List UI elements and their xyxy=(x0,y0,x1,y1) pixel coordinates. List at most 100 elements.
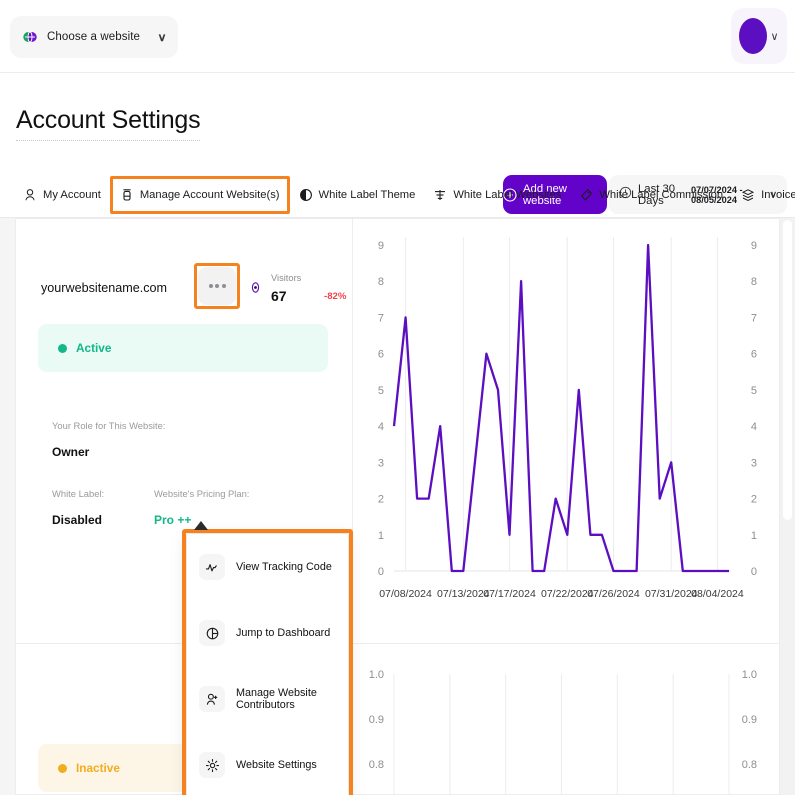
menu-item-label: Jump to Dashboard xyxy=(236,627,330,639)
visitors-label: Visitors xyxy=(271,273,301,283)
user-icon xyxy=(23,188,37,202)
websites-panel: yourwebsitename.com xyxy=(15,218,780,795)
svg-text:8: 8 xyxy=(378,276,384,288)
website-selector[interactable]: Choose a website ∨ xyxy=(10,16,178,58)
globe-icon xyxy=(22,29,38,45)
svg-text:2: 2 xyxy=(378,494,384,506)
database-icon xyxy=(120,188,134,202)
website-card-row: Inactive 1.00.90.80.7 1.00.90.80.7 xyxy=(16,644,779,795)
pie-chart-icon xyxy=(199,620,225,646)
page-title: Account Settings xyxy=(16,106,200,141)
svg-text:07/31/2024: 07/31/2024 xyxy=(645,588,698,600)
svg-text:08/04/2024: 08/04/2024 xyxy=(691,588,744,600)
tab-label: White Label Commission xyxy=(599,189,723,201)
tab-label: White Label Theme xyxy=(319,189,416,201)
svg-text:07/22/2024: 07/22/2024 xyxy=(541,588,594,600)
dot xyxy=(215,284,219,288)
tab-my-account[interactable]: My Account xyxy=(14,179,110,211)
svg-text:7: 7 xyxy=(751,312,757,324)
account-settings-page: Choose a website ∨ ∨ Account Settings Ad… xyxy=(0,0,795,795)
svg-text:9: 9 xyxy=(378,240,384,252)
top-bar: Choose a website ∨ ∨ xyxy=(0,0,795,73)
white-label-value: Disabled xyxy=(52,513,102,527)
tab-white-label-commission[interactable]: White Label Commission xyxy=(570,179,732,211)
page-header: Account Settings Add new website Last 30 xyxy=(0,73,795,173)
website-card-row: yourwebsitename.com xyxy=(16,219,779,643)
svg-text:4: 4 xyxy=(378,421,384,433)
tab-invoices[interactable]: Invoices xyxy=(732,179,795,211)
plan-label: Website's Pricing Plan: xyxy=(154,488,249,499)
tag-icon xyxy=(579,188,593,202)
chart-y-axis-right-ticks: 0123456789 xyxy=(751,240,757,578)
svg-text:1: 1 xyxy=(378,530,384,542)
visitors-chart-secondary: 1.00.90.80.7 1.00.90.80.7 xyxy=(354,644,779,795)
svg-text:3: 3 xyxy=(378,457,384,469)
svg-text:4: 4 xyxy=(751,421,757,433)
menu-item-manage-website-contributors[interactable]: Manage Website Contributors xyxy=(187,666,348,732)
activity-icon xyxy=(199,554,225,580)
vertical-scrollbar[interactable] xyxy=(780,218,795,795)
svg-text:6: 6 xyxy=(751,349,757,361)
dot xyxy=(222,284,226,288)
svg-text:0.9: 0.9 xyxy=(369,714,384,726)
status-label: Inactive xyxy=(76,761,120,775)
menu-item-label: View Tracking Code xyxy=(236,561,332,573)
svg-text:9: 9 xyxy=(751,240,757,252)
website-actions-button[interactable] xyxy=(198,267,236,305)
menu-item-label: Manage Website Contributors xyxy=(236,687,348,711)
website-actions-menu: View Tracking Code Jump to Dashboard xyxy=(186,533,349,795)
svg-text:6: 6 xyxy=(378,349,384,361)
svg-text:3: 3 xyxy=(751,457,757,469)
layers-icon xyxy=(741,188,755,202)
website-selector-label: Choose a website xyxy=(47,31,140,43)
svg-text:7: 7 xyxy=(378,312,384,324)
tab-white-label-theme[interactable]: White Label Theme xyxy=(290,179,425,211)
content-area: yourwebsitename.com xyxy=(0,218,795,795)
svg-text:0: 0 xyxy=(751,566,757,578)
svg-text:07/17/2024: 07/17/2024 xyxy=(483,588,536,600)
visitors-value: 67 xyxy=(271,288,287,304)
scrollbar-thumb[interactable] xyxy=(783,220,792,520)
status-dot-icon xyxy=(58,344,67,353)
chart-line-series xyxy=(394,245,729,571)
visitors-delta: -82% xyxy=(324,291,346,302)
chart-y-axis-left-ticks: 1.00.90.80.7 xyxy=(369,669,384,795)
tab-label: White Label Websites xyxy=(453,189,561,201)
chart-y-axis-left-ticks: 0 1 2 3 4 5 6 7 8 9 xyxy=(378,240,384,578)
svg-text:0: 0 xyxy=(378,566,384,578)
menu-item-view-tracking-code[interactable]: View Tracking Code xyxy=(187,534,348,600)
menu-caret-icon xyxy=(194,521,208,530)
svg-text:5: 5 xyxy=(751,385,757,397)
tab-label: Manage Account Website(s) xyxy=(140,189,280,201)
tab-label: My Account xyxy=(43,189,101,201)
user-avatar-menu[interactable]: ∨ xyxy=(731,8,787,64)
user-plus-icon xyxy=(199,686,225,712)
avatar xyxy=(739,18,767,54)
tab-label: Invoices xyxy=(761,189,795,201)
svg-text:0.8: 0.8 xyxy=(369,759,384,771)
eye-icon xyxy=(249,281,262,294)
svg-text:2: 2 xyxy=(751,494,757,506)
visitors-line-chart-2-svg: 1.00.90.80.7 1.00.90.80.7 xyxy=(354,644,779,795)
status-dot-icon xyxy=(58,764,67,773)
menu-item-jump-to-dashboard[interactable]: Jump to Dashboard xyxy=(187,600,348,666)
chart-y-axis-right-ticks: 1.00.90.80.7 xyxy=(742,669,757,795)
menu-item-website-settings[interactable]: Website Settings xyxy=(187,732,348,795)
gear-icon xyxy=(199,752,225,778)
chevron-down-icon: ∨ xyxy=(157,31,166,44)
svg-text:0.9: 0.9 xyxy=(742,714,757,726)
svg-text:07/26/2024: 07/26/2024 xyxy=(587,588,640,600)
tab-manage-account-websites[interactable]: Manage Account Website(s) xyxy=(110,176,290,214)
svg-text:1.0: 1.0 xyxy=(369,669,384,681)
chart-x-axis-ticks: 07/08/202407/13/202407/17/202407/22/2024… xyxy=(379,588,744,600)
sliders-icon xyxy=(433,188,447,202)
plan-value: Pro ++ xyxy=(154,513,191,527)
visitors-line-chart-svg: 0123456789 0123456789 07/08/202407/13/20… xyxy=(354,219,779,643)
role-value: Owner xyxy=(52,445,89,459)
svg-text:8: 8 xyxy=(751,276,757,288)
dot xyxy=(209,284,213,288)
svg-text:5: 5 xyxy=(378,385,384,397)
chart-gridlines xyxy=(394,674,729,795)
white-label-label: White Label: xyxy=(52,488,104,499)
tab-white-label-websites[interactable]: White Label Websites xyxy=(424,179,570,211)
